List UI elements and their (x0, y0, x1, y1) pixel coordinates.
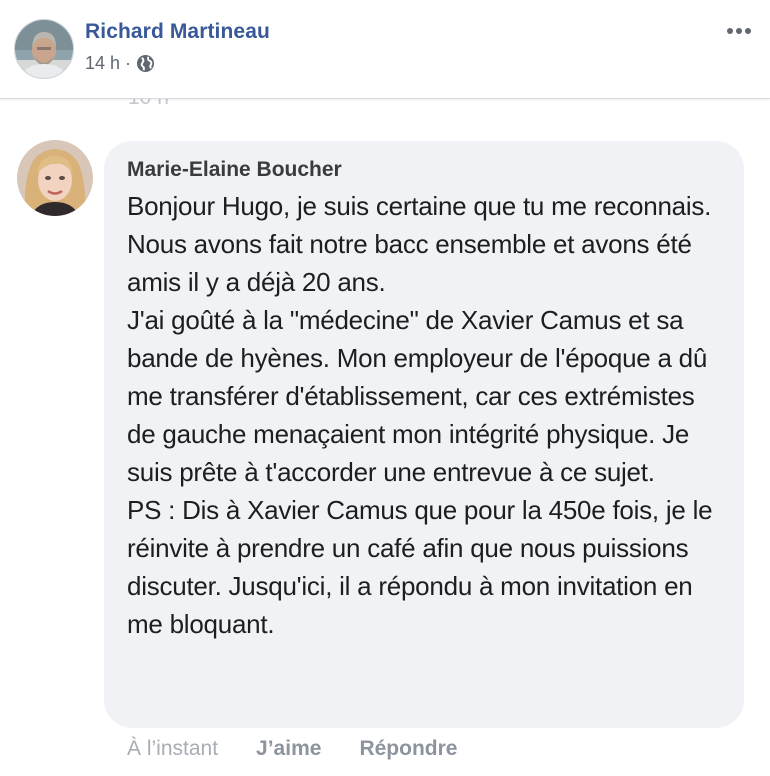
globe-icon[interactable] (136, 54, 155, 73)
post-author-name[interactable]: Richard Martineau (85, 20, 270, 44)
meta-separator: · (125, 53, 132, 73)
more-options-button[interactable] (722, 18, 756, 44)
post-time[interactable]: 14 h (85, 53, 120, 74)
reply-button[interactable]: Répondre (359, 737, 457, 761)
comment-bubble: Marie-Elaine Boucher Bonjour Hugo, je su… (104, 141, 744, 728)
comment-actions: À l’instant J’aime Répondre (127, 733, 457, 765)
like-button[interactable]: J’aime (256, 737, 321, 761)
author-avatar[interactable] (14, 19, 74, 79)
comment-timestamp[interactable]: À l’instant (127, 737, 218, 761)
commenter-name[interactable]: Marie-Elaine Boucher (127, 155, 722, 185)
post-header: Richard Martineau 14 h · (0, 0, 770, 99)
more-options-icon (726, 22, 752, 40)
commenter-avatar[interactable] (17, 140, 93, 216)
post-meta: 14 h · (85, 53, 155, 74)
comment-text: Bonjour Hugo, je suis certaine que tu me… (127, 191, 713, 639)
